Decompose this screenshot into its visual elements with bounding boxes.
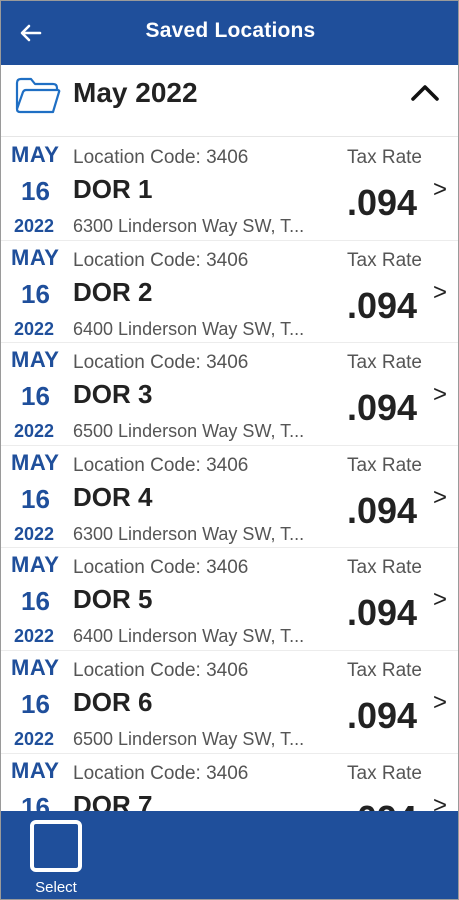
date-day: 16 <box>21 586 50 617</box>
select-label[interactable]: Select <box>27 879 85 896</box>
date-month: MAY <box>11 244 60 270</box>
date-day: 16 <box>21 381 50 412</box>
date-year: 2022 <box>14 523 55 544</box>
tax-rate-value: .094 <box>347 387 418 429</box>
tax-rate-label: Tax Rate <box>347 249 422 271</box>
chevron-right-icon[interactable]: > <box>433 484 447 512</box>
location-code: Location Code: 3406 <box>73 454 249 476</box>
tax-rate-value: .094 <box>347 694 418 736</box>
date-month: MAY <box>11 347 60 373</box>
location-address: 6400 Linderson Way SW, T... <box>73 626 305 647</box>
chevron-right-icon[interactable]: > <box>433 176 447 204</box>
tax-rate-value: .094 <box>347 489 418 531</box>
list-item[interactable]: MAY 16 2022 Location Code: 3406 DOR 1 6300 Li… <box>1 138 458 241</box>
tax-rate-label: Tax Rate <box>347 454 422 476</box>
location-code: Location Code: 3406 <box>73 659 249 681</box>
date-year: 2022 <box>14 421 55 442</box>
list-item[interactable]: MAY 16 2022 Location Code: 3406 DOR 4 6300 Li… <box>1 446 458 549</box>
location-code: Location Code: 3406 <box>73 249 249 271</box>
tax-rate-value: .094 <box>347 182 418 223</box>
tax-rate-label: Tax Rate <box>347 659 422 681</box>
list-item[interactable]: MAY 16 2022 Location Code: 3406 DOR 3 6500 Li… <box>1 343 458 446</box>
location-name: DOR 7 <box>73 789 153 811</box>
date-month: MAY <box>11 449 60 475</box>
tax-rate-value: .094 <box>347 798 417 811</box>
chevron-right-icon[interactable]: > <box>433 792 447 811</box>
list-item[interactable]: MAY162022Location Code: 3406DOR 76300 Li… <box>1 754 458 811</box>
location-code: Location Code: 3406 <box>73 762 249 784</box>
date-day: 16 <box>21 176 50 206</box>
location-name: DOR 4 <box>73 481 153 512</box>
tax-rate-value: .094 <box>347 592 418 634</box>
date-year: 2022 <box>14 216 55 236</box>
location-address: 6400 Linderson Way SW, T... <box>73 318 305 339</box>
location-name: DOR 1 <box>73 174 153 204</box>
date-day: 16 <box>21 688 50 719</box>
date-year: 2022 <box>14 318 55 339</box>
location-name: DOR 2 <box>73 276 153 307</box>
location-code: Location Code: 3406 <box>73 557 249 579</box>
tax-rate-label: Tax Rate <box>347 147 422 168</box>
date-month: MAY <box>11 552 60 578</box>
location-name: DOR 5 <box>73 584 153 615</box>
folder-icon <box>15 77 61 114</box>
list-item[interactable]: MAY 16 2022 Location Code: 3406 DOR 6 6500 Li… <box>1 651 458 754</box>
chevron-right-icon[interactable]: > <box>433 381 447 409</box>
app-bar: Saved Locations <box>1 1 458 65</box>
location-list: MAY 16 2022 Location Code: 3406 DOR 1 6300 Li… <box>1 138 458 811</box>
date-day: 16 <box>21 278 50 309</box>
location-address: 6300 Linderson Way SW, T... <box>73 216 305 236</box>
date-day: 16 <box>21 483 50 514</box>
location-name: DOR 6 <box>73 686 153 717</box>
list-item[interactable]: MAY 16 2022 Location Code: 3406 DOR 2 6400 Li… <box>1 241 458 344</box>
location-address: 6300 Linderson Way SW, T... <box>73 523 305 544</box>
tax-rate-label: Tax Rate <box>347 557 422 579</box>
tax-rate-label: Tax Rate <box>347 352 422 374</box>
date-month: MAY <box>11 654 60 680</box>
tax-rate-label: Tax Rate <box>347 762 422 784</box>
date-month: MAY <box>11 142 60 167</box>
date-year: 2022 <box>14 626 55 647</box>
page-title: Saved Locations <box>145 19 316 42</box>
location-address: 6500 Linderson Way SW, T... <box>73 421 305 442</box>
app-frame: Saved Locations May 2022 MAY 16 2022 Locati… <box>0 0 459 900</box>
date-month: MAY <box>11 757 60 783</box>
location-name: DOR 3 <box>73 379 153 410</box>
date-day: 16 <box>21 791 50 811</box>
month-group-header[interactable]: May 2022 <box>1 65 458 137</box>
location-code: Location Code: 3406 <box>73 147 249 168</box>
location-code: Location Code: 3406 <box>73 352 249 374</box>
chevron-up-icon[interactable] <box>407 79 443 107</box>
checkbox-icon[interactable] <box>30 820 82 872</box>
tax-rate-value: .094 <box>347 284 418 326</box>
bottom-action-bar: Select <box>1 811 458 899</box>
chevron-right-icon[interactable]: > <box>433 279 447 307</box>
chevron-right-icon[interactable]: > <box>433 586 447 614</box>
month-group-title: May 2022 <box>73 77 198 108</box>
chevron-right-icon[interactable]: > <box>433 689 447 717</box>
list-item[interactable]: MAY 16 2022 Location Code: 3406 DOR 5 6400 Li… <box>1 548 458 651</box>
location-address: 6500 Linderson Way SW, T... <box>73 728 305 749</box>
date-year: 2022 <box>14 728 55 749</box>
